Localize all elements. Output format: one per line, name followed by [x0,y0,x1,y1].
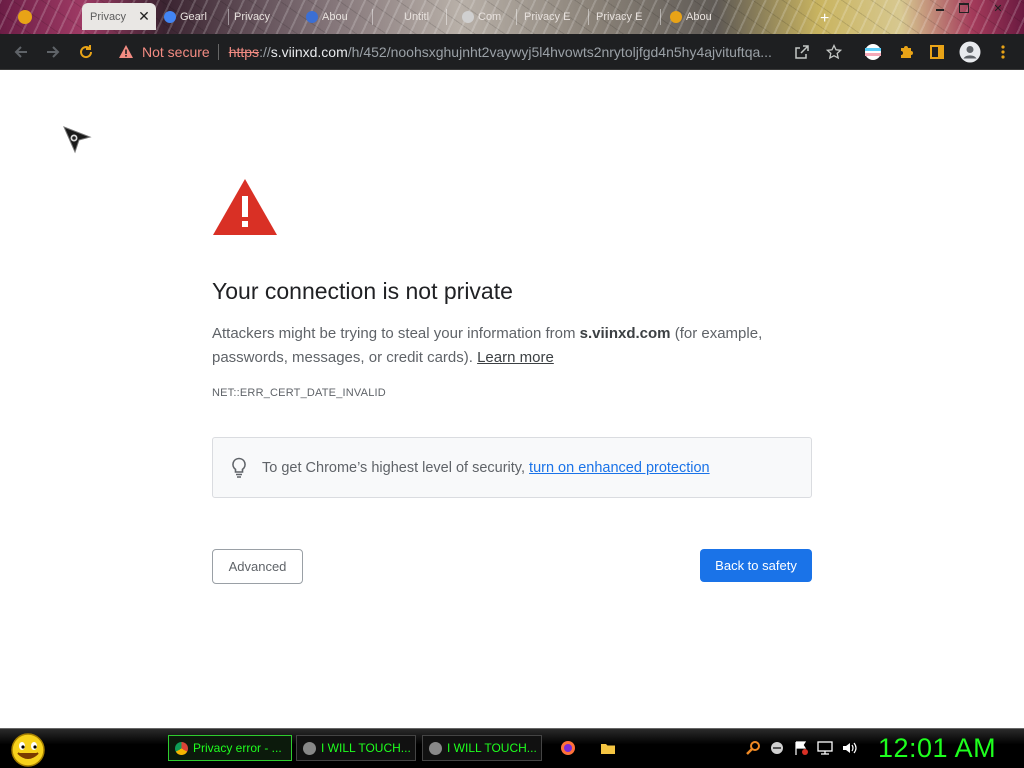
tab-privacy-2[interactable]: Privacy [234,6,270,28]
minimize-icon[interactable] [928,1,952,15]
chrome-icon [175,741,188,755]
start-smiley-icon[interactable] [8,731,48,767]
tab-label: Abou [686,11,712,23]
folder-icon[interactable] [600,740,616,756]
app-menu-icon[interactable] [18,10,32,24]
omnibox-divider [217,44,219,60]
side-panel-icon[interactable] [928,43,946,61]
bookmark-star-icon[interactable] [825,43,843,61]
description-text: Attackers might be trying to steal your … [212,325,580,342]
interstitial-page: Your connection is not private Attackers… [0,71,1024,728]
tab-label: Privacy [234,11,271,23]
learn-more-link[interactable]: Learn more [477,349,554,366]
enhanced-protection-link[interactable]: turn on enhanced protection [529,460,710,476]
tab-privacy-4[interactable]: Privacy E [596,6,642,28]
tab-strip: Privacy ✕ Gearl Privacy Abou Untitl Com … [0,0,1024,34]
description-host: s.viinxd.com [579,325,671,342]
tab-divider [372,9,373,25]
tab-favicon [670,11,682,23]
tab-divider [588,9,589,25]
network-icon[interactable] [817,740,833,756]
warning-triangle-icon [213,179,277,235]
tab-divider [446,9,447,25]
not-secure-label[interactable]: Not secure [142,44,210,60]
maximize-icon[interactable] [952,1,976,15]
browser-toolbar: Not secure https :// s.viinxd.com /h/452… [0,34,1024,70]
back-icon[interactable] [10,41,32,63]
globe-icon [303,741,316,755]
not-secure-warning-icon [119,45,133,58]
tab-label: Gearl [180,11,207,23]
share-icon[interactable] [793,43,811,61]
tab-favicon [462,11,474,23]
tab-favicon [164,11,176,23]
enhanced-protection-prefix: To get Chrome’s highest level of securit… [262,459,530,476]
taskbar-clock[interactable]: 12:01 AM [878,733,996,764]
firefox-icon[interactable] [560,740,576,756]
action-center-flag-icon[interactable] [793,740,809,756]
address-bar[interactable]: Not secure https :// s.viinxd.com /h/452… [106,38,852,66]
url-path: /h/452/noohsxghujnht2vaywyj5l4hvowts2nry… [347,44,772,60]
close-window-icon[interactable]: ✕ [986,1,1010,15]
taskbar-item-label: I WILL TOUCH... [447,741,537,755]
error-code: NET::ERR_CERT_DATE_INVALID [212,387,386,399]
tab-favicon [306,11,318,23]
tab-label: Untitl [404,11,430,23]
tab-divider [228,9,229,25]
profile-extension-icon[interactable] [864,43,882,61]
os-taskbar: Privacy error - ... I WILL TOUCH... I WI… [0,728,1024,768]
tab-close-icon[interactable]: ✕ [138,8,150,25]
advanced-button[interactable]: Advanced [212,549,303,584]
extensions-puzzle-icon[interactable] [897,43,915,61]
tab-label: Com [478,11,502,23]
lightbulb-icon [232,457,246,478]
tab-label: Abou [322,11,348,23]
url-separator: :// [259,44,271,60]
taskbar-item-window-2[interactable]: I WILL TOUCH... [296,735,416,761]
new-tab-icon[interactable]: + [820,8,829,30]
globe-icon [429,741,442,755]
tab-about[interactable]: Abou [306,6,348,28]
volume-icon[interactable] [841,740,857,756]
tab-privacy-active[interactable]: Privacy ✕ [82,3,156,30]
back-to-safety-button[interactable]: Back to safety [700,549,812,582]
taskbar-item-window-3[interactable]: I WILL TOUCH... [422,735,542,761]
tab-divider [516,9,517,25]
taskbar-item-label: Privacy error - ... [193,741,282,755]
profile-avatar-icon[interactable] [959,41,981,63]
url-host: s.viinxd.com [270,44,348,60]
chrome-menu-icon[interactable] [994,43,1012,61]
page-title: Your connection is not private [212,278,513,304]
tab-about-2[interactable]: Abou [670,6,712,28]
enhanced-protection-text: To get Chrome’s highest level of securit… [262,460,710,476]
tab-gearl[interactable]: Gearl [164,6,207,28]
taskbar-item-label: I WILL TOUCH... [321,741,411,755]
search-icon[interactable] [745,740,761,756]
forward-icon[interactable] [42,41,64,63]
tab-untitled[interactable]: Untitl [404,6,429,28]
tab-label: Privacy E [596,11,643,23]
tab-privacy-3[interactable]: Privacy E [524,6,570,28]
taskbar-item-chrome[interactable]: Privacy error - ... [168,735,292,761]
mouse-cursor-icon [63,126,92,154]
tab-label: Privacy [90,10,127,23]
tab-divider [660,9,661,25]
status-icon[interactable] [769,740,785,756]
tab-label: Privacy E [524,11,571,23]
tab-com[interactable]: Com [462,6,501,28]
warning-description: Attackers might be trying to steal your … [212,322,812,370]
url-scheme: https [228,44,260,60]
reload-icon[interactable] [75,41,97,63]
enhanced-protection-banner: To get Chrome’s highest level of securit… [212,437,812,498]
